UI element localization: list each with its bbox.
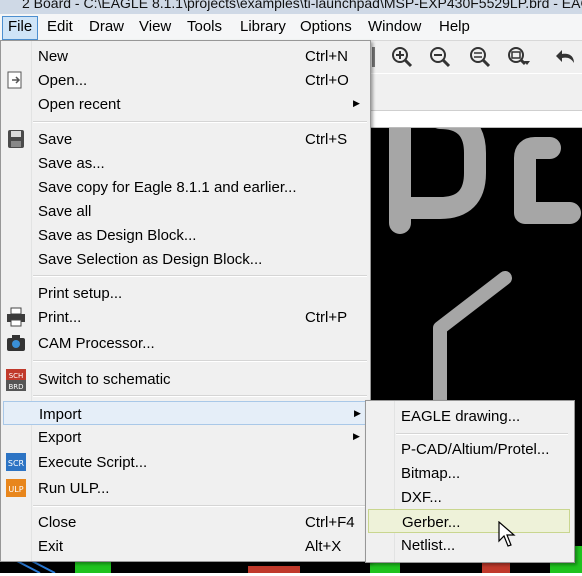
menu-item-export[interactable]: Export ▶ [3,425,368,449]
window-title-bar: 2 Board - C:\EAGLE 8.1.1\projects\exampl… [0,0,582,14]
menu-item-close[interactable]: Close Ctrl+F4 [3,510,368,534]
menu-draw[interactable]: Draw [84,16,129,38]
submenu-arrow-icon: ▶ [354,408,361,418]
toolbar [368,41,582,73]
import-bitmap[interactable]: Bitmap... [368,461,570,485]
menu-window[interactable]: Window [363,16,426,38]
menu-separator [396,433,568,435]
menu-item-save[interactable]: Save Ctrl+S [3,127,368,151]
menu-separator [33,505,367,507]
import-submenu: EAGLE drawing... P-CAD/Altium/Protel... … [365,400,575,563]
menu-item-save-selection-block[interactable]: Save Selection as Design Block... [3,247,368,271]
coordinate-strip [370,111,582,128]
zoom-out-icon[interactable] [428,45,452,69]
camera-icon [5,333,27,353]
import-netlist[interactable]: Netlist... [368,533,570,557]
menu-item-import[interactable]: Import ▶ [3,401,368,425]
menu-item-open[interactable]: Open... Ctrl+O [3,68,368,92]
import-pcad-altium-protel[interactable]: P-CAD/Altium/Protel... [368,437,570,461]
zoom-select-icon[interactable] [506,45,530,69]
menu-help[interactable]: Help [434,16,475,38]
menu-library[interactable]: Library [235,16,291,38]
window-title: 2 Board - C:\EAGLE 8.1.1\projects\exampl… [22,0,582,11]
menu-edit[interactable]: Edit [42,16,78,38]
menu-item-cam-processor[interactable]: CAM Processor... [3,331,368,355]
sch-brd-icon: SCH BRD [5,369,27,391]
parameter-toolbar [370,74,582,111]
script-icon: SCR [5,452,27,472]
menu-view[interactable]: View [134,16,176,38]
svg-text:SCH: SCH [9,372,24,380]
floppy-disk-icon [5,129,27,149]
menu-item-open-recent[interactable]: Open recent ▶ [3,92,368,116]
menu-file[interactable]: File [2,16,39,40]
mouse-pointer-icon [498,520,516,549]
menu-item-save-design-block[interactable]: Save as Design Block... [3,223,368,247]
submenu-arrow-icon: ▶ [353,431,360,441]
printer-icon [5,307,27,327]
undo-icon[interactable] [554,45,578,69]
menu-item-print[interactable]: Print... Ctrl+P [3,305,368,329]
menu-item-run-ulp[interactable]: ULP Run ULP... [3,476,368,500]
menu-bar: File Edit Draw View Tools Library Option… [0,14,582,41]
menu-separator [33,275,367,277]
zoom-in-icon[interactable] [390,45,414,69]
menu-item-print-setup[interactable]: Print setup... [3,281,368,305]
open-icon [5,70,27,90]
ulp-icon: ULP [5,478,27,498]
import-eagle-drawing[interactable]: EAGLE drawing... [368,404,570,428]
menu-separator [33,395,367,397]
svg-text:SCR: SCR [8,459,25,468]
menu-item-new[interactable]: New Ctrl+N [3,44,368,68]
menu-item-execute-script[interactable]: SCR Execute Script... [3,450,368,474]
svg-text:ULP: ULP [8,485,23,494]
svg-text:BRD: BRD [8,383,23,391]
zoom-fit-icon[interactable] [468,45,492,69]
menu-separator [33,121,367,123]
menu-separator [33,360,367,362]
menu-item-save-all[interactable]: Save all [3,199,368,223]
menu-options[interactable]: Options [295,16,357,38]
menu-tools[interactable]: Tools [182,16,227,38]
menu-item-save-copy[interactable]: Save copy for Eagle 8.1.1 and earlier... [3,175,368,199]
menu-item-switch-schematic[interactable]: SCH BRD Switch to schematic [3,367,368,391]
menu-item-exit[interactable]: Exit Alt+X [3,534,368,558]
menu-item-save-as[interactable]: Save as... [3,151,368,175]
file-menu-dropdown: New Ctrl+N Open... Ctrl+O Open recent ▶ … [0,40,371,562]
import-gerber[interactable]: Gerber... [368,509,570,533]
submenu-arrow-icon: ▶ [353,98,360,108]
import-dxf[interactable]: DXF... [368,485,570,509]
